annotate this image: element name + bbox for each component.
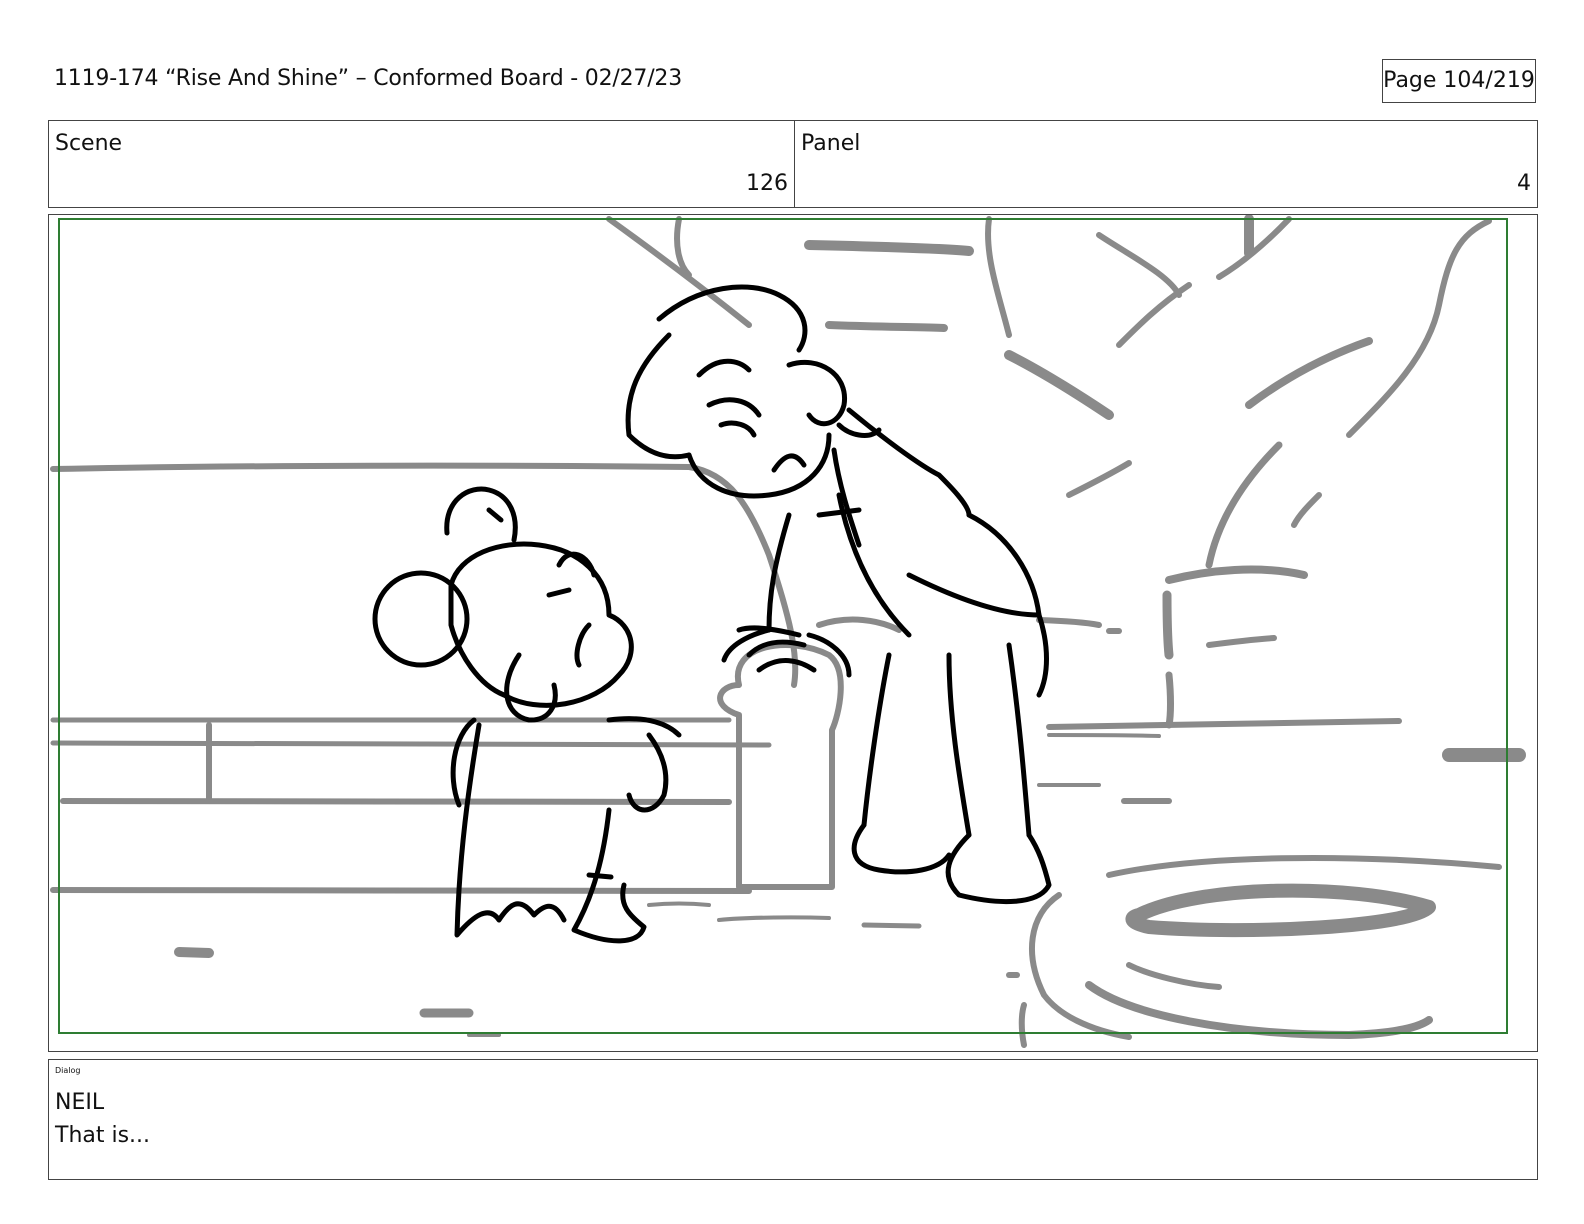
panel-label: Panel: [801, 131, 861, 156]
dialog-label: Dialog: [55, 1066, 81, 1075]
character-neil: [625, 284, 1052, 904]
dialog-speaker: NEIL: [55, 1090, 105, 1115]
storyboard-drawing: [50, 215, 1526, 1048]
storyboard-frame: [48, 214, 1538, 1052]
scene-number: 126: [746, 171, 788, 196]
scene-label: Scene: [55, 131, 123, 156]
character-girl: [372, 486, 682, 944]
panel-cell: Panel 4: [795, 121, 1537, 207]
dialog-line: That is...: [55, 1123, 151, 1148]
page-counter: Page 104/219: [1382, 59, 1536, 103]
panel-number: 4: [1517, 171, 1531, 196]
scene-panel-row: Scene 126 Panel 4: [48, 120, 1538, 208]
scene-cell: Scene 126: [49, 121, 795, 207]
safe-area-border: [58, 218, 1508, 1034]
dialog-box: Dialog NEIL That is...: [48, 1059, 1538, 1180]
board-title: 1119-174 “Rise And Shine” – Conformed Bo…: [54, 66, 682, 91]
